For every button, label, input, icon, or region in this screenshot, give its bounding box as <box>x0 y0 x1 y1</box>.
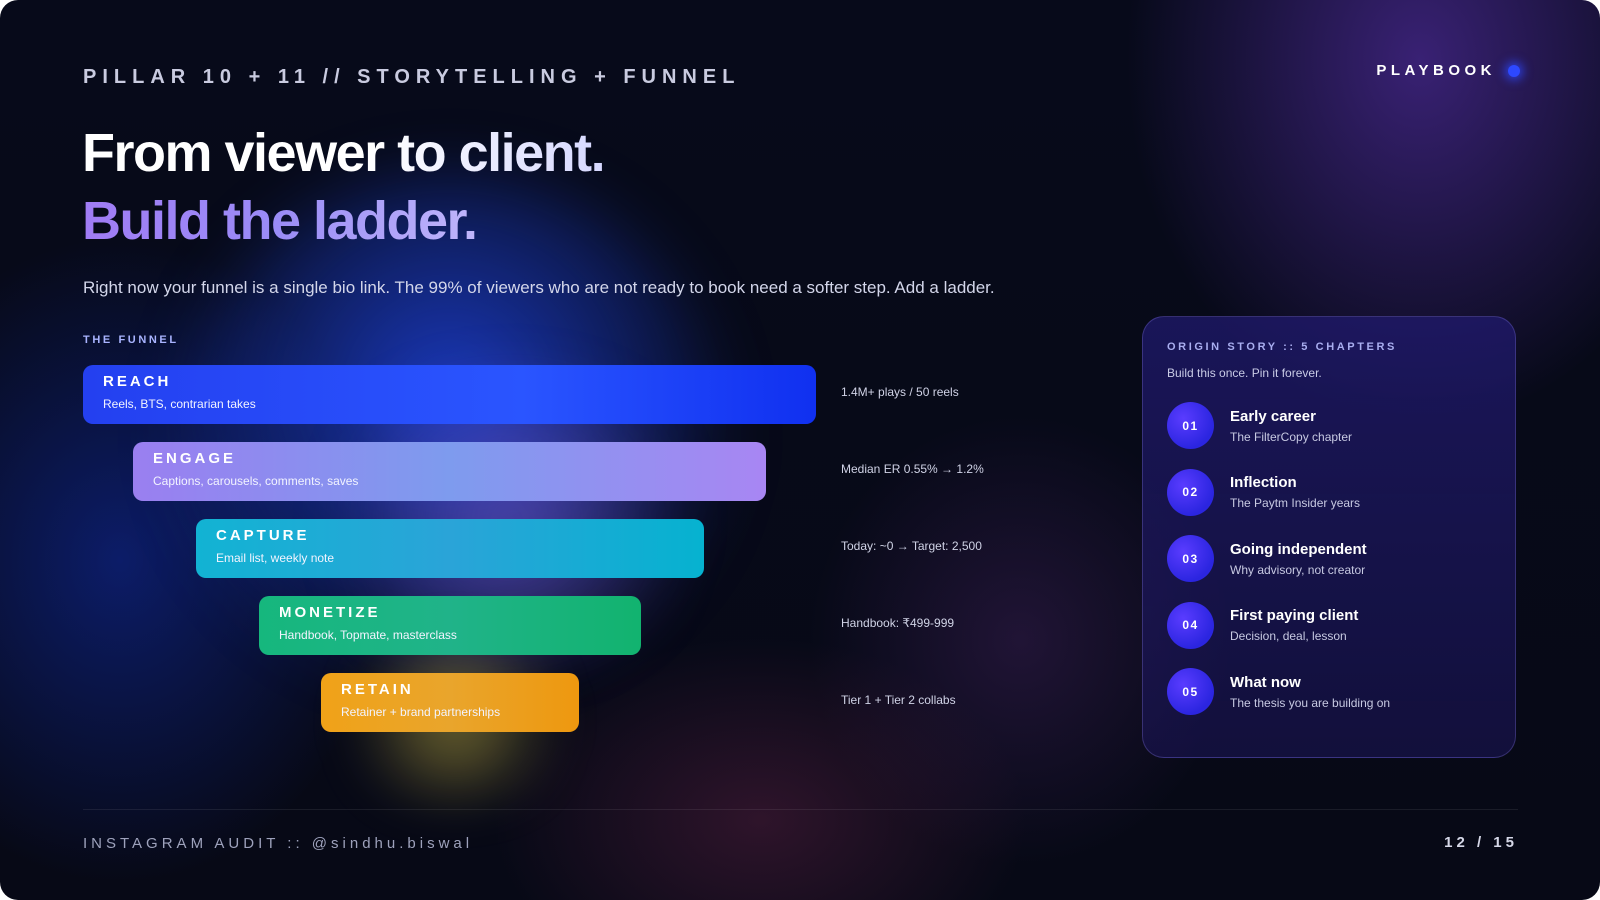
brand-label: PLAYBOOK <box>1376 62 1496 79</box>
funnel-stage-desc: Retainer + brand partnerships <box>341 705 501 719</box>
chapter-item: 01 Early career The FilterCopy chapter <box>1167 402 1491 449</box>
subtitle: Right now your funnel is a single bio li… <box>83 278 995 297</box>
funnel-stage-title: CAPTURE <box>216 527 310 544</box>
footer-divider <box>83 809 1518 810</box>
funnel-stage-title: ENGAGE <box>153 450 237 467</box>
funnel-stage-monetize: MONETIZE Handbook, Topmate, masterclass <box>259 596 641 655</box>
chapter-subtitle: Why advisory, not creator <box>1230 562 1366 577</box>
funnel-metric: 1.4M+ plays / 50 reels <box>841 385 959 399</box>
chapter-number-badge: 04 <box>1167 601 1214 649</box>
funnel-stage-desc: Handbook, Topmate, masterclass <box>279 628 457 642</box>
funnel-metric: Today: ~0 → Target: 2,500 <box>841 539 982 553</box>
headline-line-1: From viewer to client. <box>82 123 606 183</box>
chapter-title: Inflection <box>1230 474 1297 491</box>
page-number: 12 / 15 <box>1444 834 1518 851</box>
funnel-stage-reach: REACH Reels, BTS, contrarian takes <box>83 365 816 424</box>
funnel-stage-title: MONETIZE <box>279 604 381 621</box>
chapter-subtitle: Decision, deal, lesson <box>1230 629 1347 643</box>
chapter-item: 04 First paying client Decision, deal, l… <box>1167 601 1491 649</box>
funnel-stage-capture: CAPTURE Email list, weekly note <box>196 519 704 578</box>
funnel-stage-title: RETAIN <box>341 681 414 698</box>
chapter-list: 01 Early career The FilterCopy chapter 0… <box>1167 402 1491 715</box>
chapter-number-badge: 03 <box>1167 535 1214 582</box>
funnel-metric: Median ER 0.55% → 1.2% <box>841 462 984 476</box>
funnel-label: THE FUNNEL <box>83 334 179 346</box>
headline-line-2: Build the ladder. <box>82 191 478 251</box>
chapter-number-badge: 01 <box>1167 402 1214 449</box>
chapter-title: Going independent <box>1230 540 1367 558</box>
origin-story-note: Build this once. Pin it forever. <box>1167 366 1322 380</box>
brand: PLAYBOOK <box>1376 62 1520 79</box>
funnel-stage-desc: Captions, carousels, comments, saves <box>153 474 359 488</box>
funnel-stage-engage: ENGAGE Captions, carousels, comments, sa… <box>133 442 766 501</box>
origin-story-card: ORIGIN STORY :: 5 CHAPTERS Build this on… <box>1142 316 1516 758</box>
chapter-title: What now <box>1230 673 1301 691</box>
chapter-subtitle: The thesis you are building on <box>1230 695 1391 710</box>
origin-story-label: ORIGIN STORY :: 5 CHAPTERS <box>1167 341 1397 353</box>
chapter-subtitle: The FilterCopy chapter <box>1230 429 1353 444</box>
chapter-title: First paying client <box>1230 607 1359 624</box>
chapter-number-badge: 02 <box>1167 468 1214 516</box>
footer-label: INSTAGRAM AUDIT :: @sindhu.biswal <box>83 835 474 852</box>
chapter-item: 05 What now The thesis you are building … <box>1167 668 1491 715</box>
chapter-number-badge: 05 <box>1167 668 1214 715</box>
funnel-stage-retain: RETAIN Retainer + brand partnerships <box>321 673 579 732</box>
section-eyebrow: PILLAR 10 + 11 // STORYTELLING + FUNNEL <box>83 66 741 88</box>
chapter-item: 02 Inflection The Paytm Insider years <box>1167 468 1491 516</box>
funnel-metric: Tier 1 + Tier 2 collabs <box>841 693 956 707</box>
funnel-stage-desc: Reels, BTS, contrarian takes <box>103 397 256 411</box>
chapter-item: 03 Going independent Why advisory, not c… <box>1167 535 1491 582</box>
funnel-metric: Handbook: ₹499-999 <box>841 616 955 630</box>
chapter-subtitle: The Paytm Insider years <box>1230 496 1361 510</box>
chapter-title: Early career <box>1230 407 1316 425</box>
brand-dot-icon <box>1508 64 1520 77</box>
funnel-stage-desc: Email list, weekly note <box>216 551 335 565</box>
funnel-stage-title: REACH <box>103 373 172 390</box>
slide: PILLAR 10 + 11 // STORYTELLING + FUNNEL … <box>0 0 1600 900</box>
